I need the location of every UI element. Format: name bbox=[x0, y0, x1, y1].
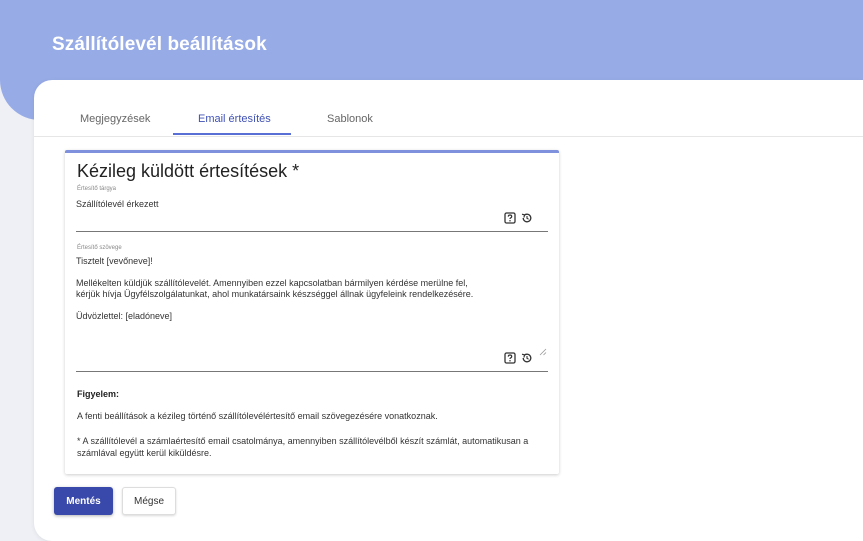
message-textarea[interactable]: Tisztelt [vevőneve]! Mellékelten küldjük… bbox=[76, 256, 546, 322]
page-title: Szállítólevél beállítások bbox=[52, 34, 267, 55]
tab-megjegyzesek[interactable]: Megjegyzések bbox=[80, 113, 150, 125]
message-line-2: kérjük hívja Ügyfélszolgálatunkat, ahol … bbox=[76, 289, 474, 299]
message-closing: Üdvözlettel: [eladóneve] bbox=[76, 311, 173, 321]
help-icon[interactable] bbox=[504, 211, 516, 229]
subject-underline bbox=[76, 231, 548, 232]
main-card: Megjegyzések Email értesítés Sablonok Ké… bbox=[34, 80, 863, 541]
tab-email-ertesites[interactable]: Email értesítés bbox=[198, 113, 271, 125]
save-button[interactable]: Mentés bbox=[54, 487, 113, 515]
help-icon[interactable] bbox=[504, 351, 516, 369]
cancel-button[interactable]: Mégse bbox=[122, 487, 176, 515]
tab-sablonok[interactable]: Sablonok bbox=[327, 113, 373, 125]
reset-icon[interactable] bbox=[521, 351, 533, 369]
message-line-1: Mellékelten küldjük szállítólevelét. Ame… bbox=[76, 278, 468, 288]
note-text-2: * A szállítólevél a számlaértesítő email… bbox=[77, 436, 529, 458]
message-label: Értesítő szövege bbox=[77, 245, 122, 251]
resize-handle-icon[interactable] bbox=[539, 343, 547, 361]
subject-label: Értesítő tárgya bbox=[77, 186, 117, 192]
tab-bar: Megjegyzések Email értesítés Sablonok bbox=[34, 80, 863, 137]
message-greeting: Tisztelt [vevőneve]! bbox=[76, 256, 153, 266]
note-text-1: A fenti beállítások a kézileg történő sz… bbox=[77, 411, 438, 421]
active-tab-indicator bbox=[173, 133, 291, 135]
reset-icon[interactable] bbox=[521, 211, 533, 229]
note-title: Figyelem: bbox=[77, 389, 120, 399]
section-title: Kézileg küldött értesítések * bbox=[77, 161, 300, 181]
subject-input[interactable]: Szállítólevél érkezett bbox=[76, 199, 159, 209]
notification-card: Kézileg küldött értesítések * Értesítő t… bbox=[65, 150, 559, 474]
message-underline bbox=[76, 371, 548, 372]
